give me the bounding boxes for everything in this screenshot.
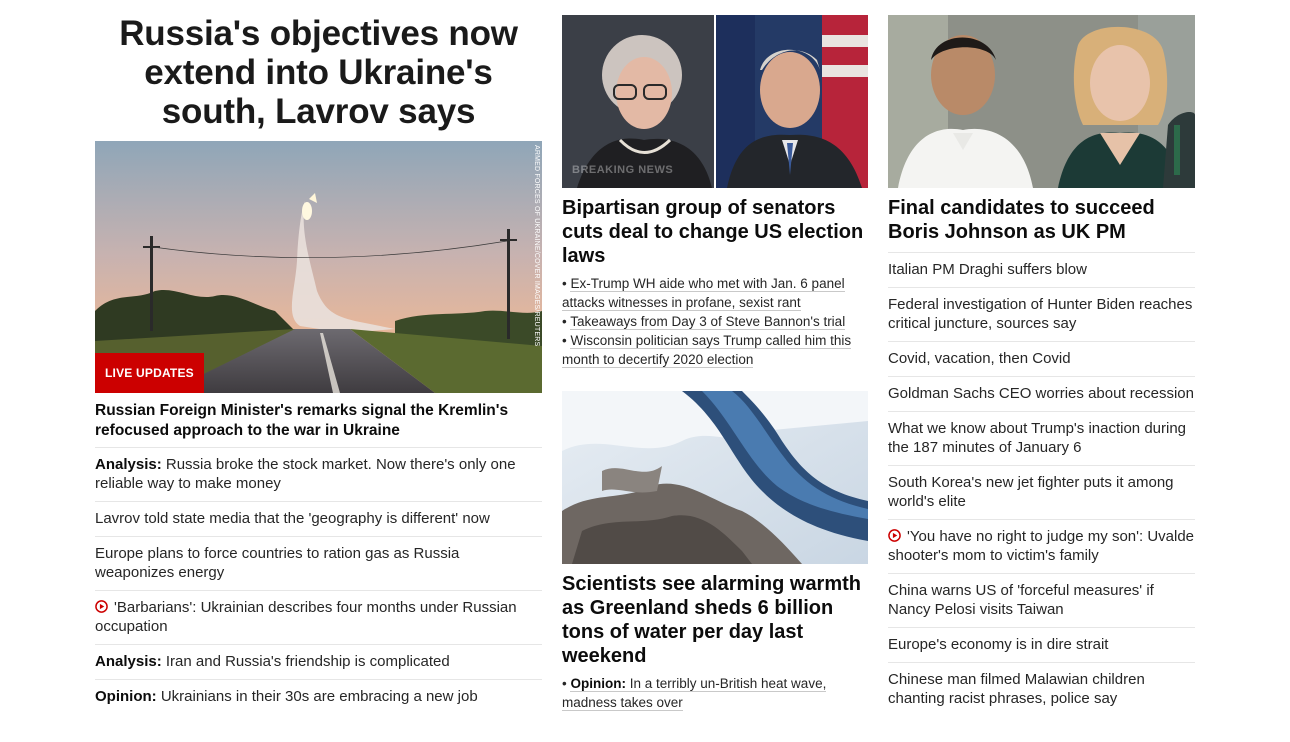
list-item-text: Chinese man filmed Malawian children cha… [888,671,1145,707]
list-item[interactable]: Europe's economy is in dire strait [888,627,1195,662]
breaking-news-overlay: BREAKING NEWS [572,164,674,176]
list-item: • Wisconsin politician says Trump called… [562,333,852,368]
list-item-text: South Korea's new jet fighter puts it am… [888,474,1174,510]
related-link[interactable]: Opinion: In a terribly un-British heat w… [562,676,827,711]
list-item-text: Covid, vacation, then Covid [888,350,1071,367]
opinion-kicker: Opinion: [570,676,626,691]
list-item[interactable]: What we know about Trump's inaction duri… [888,411,1195,465]
list-item-text: China warns US of 'forceful measures' if… [888,582,1154,618]
senators-related-links: • Ex-Trump WH aide who met with Jan. 6 p… [562,274,868,369]
greenland-related-links: • Opinion: In a terribly un-British heat… [562,674,868,712]
lead-hero-image[interactable]: ARMED FORCES OF UKRAINE/COVER IMAGES/REU… [95,141,542,393]
related-link[interactable]: Wisconsin politician says Trump called h… [562,333,852,368]
list-item-text: Ukrainians in their 30s are embracing a … [160,688,478,705]
list-item[interactable]: Lavrov told state media that the 'geogra… [95,501,542,536]
list-item-text: Lavrov told state media that the 'geogra… [95,510,490,527]
list-item-text: Italian PM Draghi suffers blow [888,261,1087,278]
related-links-list: Analysis: Russia broke the stock market.… [95,447,542,714]
top-stories-list: Italian PM Draghi suffers blow Federal i… [888,252,1195,716]
play-icon [95,600,108,613]
play-icon [888,529,901,542]
uk-candidates-image[interactable] [888,15,1195,188]
live-updates-badge[interactable]: LIVE UPDATES [95,353,204,393]
list-item[interactable]: China warns US of 'forceful measures' if… [888,573,1195,627]
middle-column: BREAKING NEWS Bipartisan group of senato… [562,0,868,712]
list-item[interactable]: Italian PM Draghi suffers blow [888,252,1195,287]
list-item: • Opinion: In a terribly un-British heat… [562,676,827,711]
list-item[interactable]: Analysis: Russia broke the stock market.… [95,447,542,501]
greenland-headline[interactable]: Scientists see alarming warmth as Greenl… [562,572,868,668]
lead-headline[interactable]: Russia's objectives now extend into Ukra… [95,14,542,131]
right-column: Final candidates to succeed Boris Johnso… [888,0,1195,716]
lead-subheadline[interactable]: Russian Foreign Minister's remarks signa… [95,401,542,441]
uk-candidates-headline[interactable]: Final candidates to succeed Boris Johnso… [888,196,1195,244]
senators-image[interactable]: BREAKING NEWS [562,15,868,188]
lead-story-column: Russia's objectives now extend into Ukra… [95,0,542,714]
list-item-text: What we know about Trump's inaction duri… [888,420,1187,456]
list-item[interactable]: Chinese man filmed Malawian children cha… [888,662,1195,716]
related-link[interactable]: Ex-Trump WH aide who met with Jan. 6 pan… [562,276,845,311]
list-item[interactable]: Europe plans to force countries to ratio… [95,536,542,590]
related-link[interactable]: Takeaways from Day 3 of Steve Bannon's t… [570,314,846,330]
list-item[interactable]: 'Barbarians': Ukrainian describes four m… [95,590,542,644]
analysis-kicker: Analysis: [95,653,162,670]
list-item[interactable]: Federal investigation of Hunter Biden re… [888,287,1195,341]
list-item-text: Iran and Russia's friendship is complica… [165,653,450,670]
opinion-kicker: Opinion: [95,688,157,705]
list-item-text: Europe's economy is in dire strait [888,636,1109,653]
list-item-text: Federal investigation of Hunter Biden re… [888,296,1193,332]
greenland-image[interactable] [562,391,868,564]
senators-headline[interactable]: Bipartisan group of senators cuts deal t… [562,196,868,268]
list-item[interactable]: Covid, vacation, then Covid [888,341,1195,376]
list-item: • Takeaways from Day 3 of Steve Bannon's… [562,314,846,330]
list-item-text: 'You have no right to judge my son': Uva… [888,528,1195,564]
analysis-kicker: Analysis: [95,456,162,473]
list-item[interactable]: Goldman Sachs CEO worries about recessio… [888,376,1195,411]
list-item: • Ex-Trump WH aide who met with Jan. 6 p… [562,276,845,311]
photo-credit: ARMED FORCES OF UKRAINE/COVER IMAGES/REU… [533,145,540,347]
list-item[interactable]: Opinion: Ukrainians in their 30s are emb… [95,679,542,714]
list-item-text: Goldman Sachs CEO worries about recessio… [888,385,1194,402]
list-item-text: Europe plans to force countries to ratio… [95,545,460,581]
list-item[interactable]: Analysis: Iran and Russia's friendship i… [95,644,542,679]
list-item[interactable]: 'You have no right to judge my son': Uva… [888,519,1195,573]
list-item[interactable]: South Korea's new jet fighter puts it am… [888,465,1195,519]
list-item-text: 'Barbarians': Ukrainian describes four m… [95,599,517,635]
